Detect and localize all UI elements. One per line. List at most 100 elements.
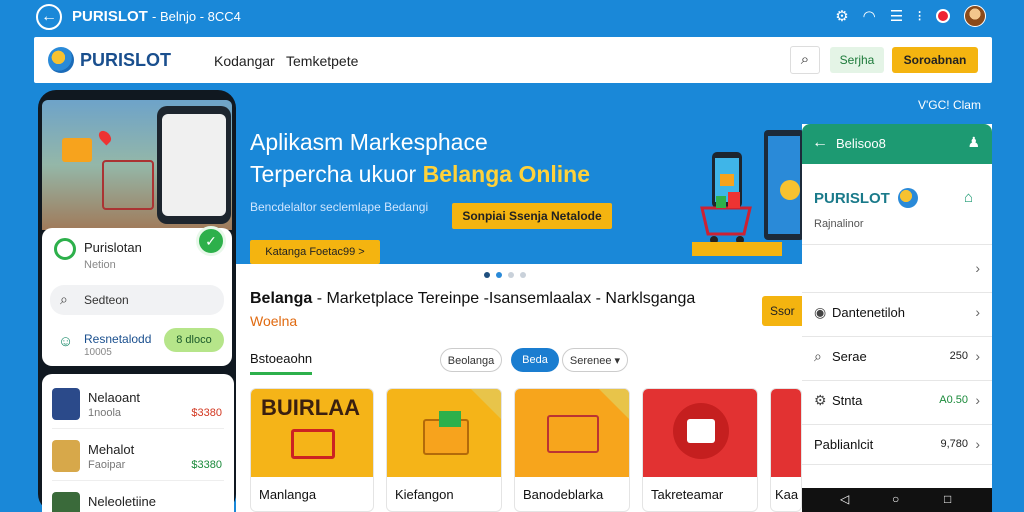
verified-check-icon: ✓ bbox=[196, 226, 226, 256]
avatar bbox=[52, 440, 80, 472]
product-card[interactable]: Kiefangon bbox=[386, 388, 502, 512]
product-card[interactable]: BUIRLAA Manlanga bbox=[250, 388, 374, 512]
product-card[interactable]: Takreteamar bbox=[642, 388, 758, 512]
search-icon: ⌕ bbox=[814, 348, 822, 364]
user-icon: ☺ bbox=[58, 333, 74, 350]
location-pin-icon bbox=[96, 128, 114, 146]
carousel-dot[interactable] bbox=[484, 272, 490, 278]
system-icons: ⚙ ◠ ☰ ⁝ bbox=[835, 5, 986, 27]
home-icon[interactable]: ⌂ bbox=[964, 189, 973, 206]
window-title-sub: - Belnjo - 8CC4 bbox=[152, 9, 241, 24]
phone-search-input[interactable]: ⌕ Sedteon bbox=[50, 285, 224, 315]
right-panel-header: ← Belisoo8 ♟ bbox=[802, 124, 992, 164]
right-panel-row[interactable]: ◉ Dantenetiloh › bbox=[802, 292, 992, 336]
search-icon: ⌕ bbox=[60, 291, 68, 307]
nav-home-icon[interactable]: ○ bbox=[892, 492, 899, 506]
search-icon[interactable]: ⌕ bbox=[790, 46, 820, 74]
product-name: Kiefangon bbox=[395, 487, 454, 502]
logo-text[interactable]: PURISLOT bbox=[80, 50, 171, 71]
row-label: Serae bbox=[832, 349, 867, 364]
row-label: Dantenetiloh bbox=[832, 305, 905, 320]
chevron-right-icon: › bbox=[975, 304, 980, 320]
android-nav-bar: ◁ ○ □ bbox=[802, 488, 992, 512]
list-item-sub: 1noola bbox=[88, 407, 122, 419]
right-panel-brand: PURISLOT bbox=[814, 190, 890, 207]
list-item[interactable]: Neleoletiine bbox=[42, 484, 232, 512]
logo-icon bbox=[48, 47, 74, 73]
nav-back-icon[interactable]: ◁ bbox=[840, 492, 849, 506]
main-title-rest: - Marketplace Tereinpe -Isansemlaalax - … bbox=[316, 290, 696, 307]
product-item-icon bbox=[439, 411, 461, 427]
row-value: 250 bbox=[949, 350, 968, 362]
list-item-name: Nelaoant bbox=[88, 390, 141, 405]
phone-user-name[interactable]: Resnetalodd bbox=[84, 332, 151, 346]
list-item-sub: Faoipar bbox=[88, 459, 126, 471]
carousel-dot[interactable] bbox=[496, 272, 502, 278]
main-title: Belanga - Marketplace Tereinpe -Isanseml… bbox=[250, 290, 695, 308]
right-panel-row[interactable]: › bbox=[802, 248, 992, 292]
settings-icon[interactable]: ⚙ bbox=[835, 7, 848, 25]
list-item[interactable]: Mehalot Faoipar $3380 bbox=[42, 432, 232, 478]
system-bar: ← PURISLOT - Belnjo - 8CC4 ⚙ ◠ ☰ ⁝ bbox=[0, 0, 1024, 34]
list-item-name: Mehalot bbox=[88, 442, 135, 457]
divider bbox=[52, 480, 224, 481]
hero-title: Aplikasm Markesphace Terpercha ukuor Bel… bbox=[250, 126, 590, 190]
profile-sub: Netion bbox=[84, 259, 116, 271]
avatar bbox=[52, 388, 80, 420]
main-title-bold: Belanga bbox=[250, 290, 313, 307]
list-item[interactable]: Nelaoant 1noola $3380 bbox=[42, 380, 232, 426]
notification-icon[interactable] bbox=[936, 9, 950, 23]
hero-subtitle: Bencdelaltor seclemlape Bedangi bbox=[250, 200, 429, 214]
shopping-bag-icon bbox=[62, 138, 92, 162]
profile-status-icon bbox=[54, 238, 76, 260]
right-panel-sub: Rajnalinor bbox=[814, 218, 864, 230]
menu-icon[interactable]: ☰ bbox=[890, 7, 903, 25]
user-icon[interactable]: ♟ bbox=[967, 134, 980, 151]
phone-user-pill-button[interactable]: 8 dloco bbox=[164, 328, 224, 352]
carousel-dots[interactable] bbox=[484, 272, 526, 278]
main-subtitle: Woelna bbox=[250, 313, 298, 329]
nav-link-2[interactable]: Temketpete bbox=[286, 53, 358, 69]
profile-name: Purislotan bbox=[84, 240, 142, 255]
carousel-dot[interactable] bbox=[520, 272, 526, 278]
list-item-name: Neleoletiine bbox=[88, 494, 156, 509]
search-button[interactable]: Serjha bbox=[830, 47, 884, 73]
product-name: Takreteamar bbox=[651, 487, 724, 502]
shopping-cart-icon bbox=[547, 415, 599, 453]
wifi-icon: ◠ bbox=[862, 8, 876, 25]
nav-link-1[interactable]: Kodangar bbox=[214, 53, 275, 69]
product-card[interactable]: Banodeblarka bbox=[514, 388, 630, 512]
inner-phone-icon bbox=[157, 106, 231, 224]
right-panel-row[interactable]: ⌕ Serae 250 › bbox=[802, 336, 992, 380]
window-title-brand: PURISLOT bbox=[72, 8, 148, 25]
side-orange-button[interactable]: Ssor bbox=[762, 296, 802, 326]
nav-recents-icon[interactable]: □ bbox=[944, 492, 951, 506]
register-button[interactable]: Soroabnan bbox=[892, 47, 978, 73]
filter-dropdown[interactable]: Serenee ▾ bbox=[562, 348, 628, 372]
row-value: A0.50 bbox=[939, 394, 968, 406]
product-image bbox=[387, 389, 501, 477]
hero-illustration bbox=[692, 130, 804, 256]
product-card[interactable]: Kaa bbox=[770, 388, 802, 512]
back-icon[interactable]: ← bbox=[36, 4, 62, 30]
product-tag-icon bbox=[599, 389, 629, 419]
filter-chip-1[interactable]: Beolanga bbox=[440, 348, 502, 372]
product-name: Banodeblarka bbox=[523, 487, 604, 502]
shopping-cart-icon bbox=[102, 160, 154, 210]
list-item-price: $3380 bbox=[191, 459, 222, 471]
more-icon[interactable]: ⁝ bbox=[917, 7, 922, 25]
hero-badge-button[interactable]: Katanga Foetac99 > bbox=[250, 240, 380, 264]
avatar[interactable] bbox=[964, 5, 986, 27]
product-image bbox=[771, 389, 801, 477]
product-name: Manlanga bbox=[259, 487, 317, 502]
back-arrow-icon[interactable]: ← bbox=[812, 134, 828, 152]
right-panel-row[interactable]: ⚙ Stnta A0.50 › bbox=[802, 380, 992, 424]
right-panel-row[interactable]: Pablianlcit 9,780 › bbox=[802, 424, 992, 468]
carousel-dot[interactable] bbox=[508, 272, 514, 278]
hero-cta-button[interactable]: Sonpiai Ssenja Netalode bbox=[452, 203, 612, 229]
hero-title-line2-plain: Terpercha ukuor bbox=[250, 161, 417, 187]
right-panel-title: Belisoo8 bbox=[836, 136, 886, 151]
top-header: PURISLOT Kodangar Temketpete ⌕ Serjha So… bbox=[34, 37, 992, 83]
section-heading-tab[interactable]: Bstoeaohn bbox=[250, 351, 313, 375]
filter-chip-2[interactable]: Beda bbox=[511, 348, 559, 372]
